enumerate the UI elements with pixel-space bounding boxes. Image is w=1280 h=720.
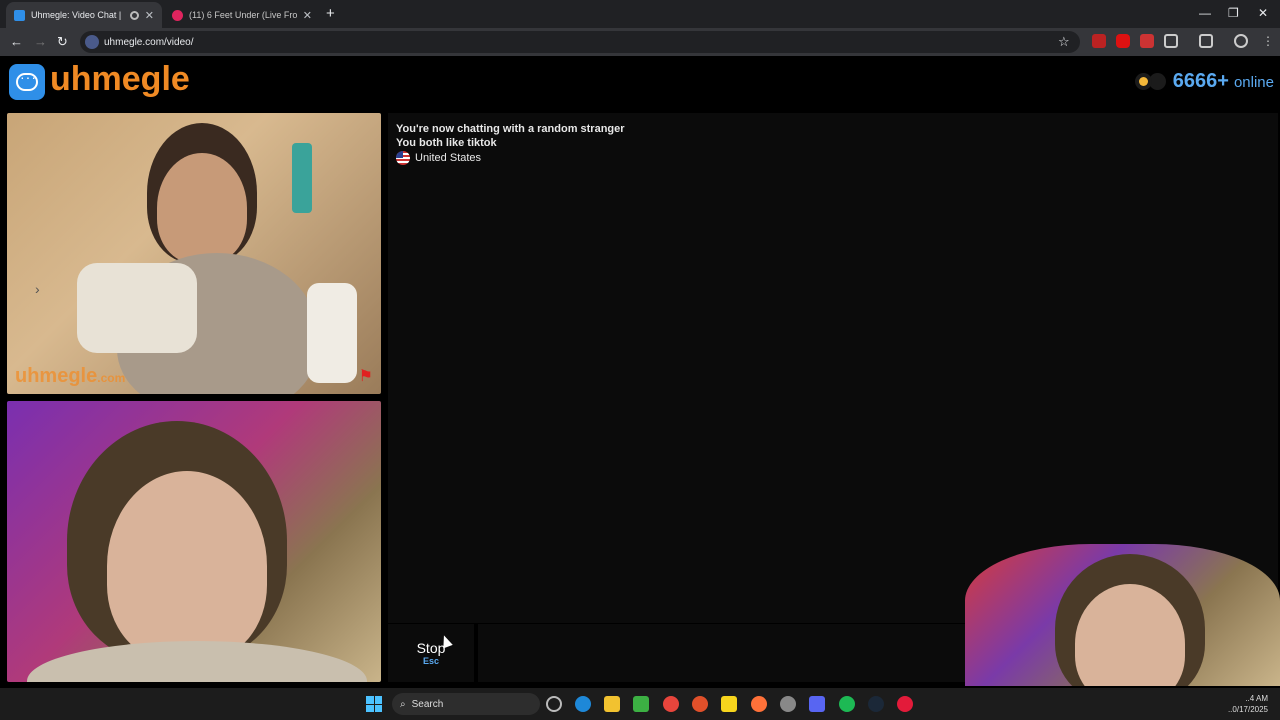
- stop-button[interactable]: Stop Esc: [388, 624, 474, 682]
- app-icon[interactable]: [780, 696, 796, 712]
- recording-icon: [129, 10, 139, 20]
- uhmegle-favicon-icon: [14, 9, 25, 21]
- youtube-extension-icon[interactable]: [1116, 34, 1130, 48]
- task-view-icon[interactable]: [546, 696, 562, 712]
- system-message: You're now chatting with a random strang…: [396, 123, 625, 135]
- country-name: United States: [415, 152, 482, 164]
- uhmegle-logo-icon[interactable]: [9, 64, 45, 100]
- wall-cross: [292, 143, 312, 213]
- clock-time: ..4 AM: [1245, 694, 1268, 703]
- online-counter: 6666+ online: [1138, 70, 1274, 93]
- bottle: [307, 283, 357, 383]
- close-tab-icon[interactable]: ✕: [303, 9, 312, 22]
- search-label: Search: [411, 698, 444, 710]
- clock-date: ..0/17/2025: [1227, 705, 1268, 714]
- taskbar: ⌕ Search ..4 AM ..0/17/2025: [0, 688, 1280, 720]
- chevron-right-icon: ›: [35, 281, 40, 297]
- us-flag-icon: [396, 151, 410, 165]
- site-info-icon[interactable]: [85, 35, 99, 49]
- item-in-hand: [77, 263, 197, 353]
- firefox-icon[interactable]: [751, 696, 767, 712]
- webcam-overlay: [965, 544, 1280, 686]
- sticky-notes-icon[interactable]: [721, 696, 737, 712]
- tab-youtube[interactable]: (11) 6 Feet Under (Live From M ✕: [164, 2, 320, 28]
- watermark: uhmegle.com: [15, 365, 126, 387]
- extensions-puzzle-icon[interactable]: [1164, 34, 1178, 48]
- tab-strip: Uhmegle: Video Chat | Ome ✕ (11) 6 Feet …: [0, 0, 1280, 28]
- stranger-face: [157, 153, 247, 263]
- system-clock[interactable]: ..4 AM ..0/17/2025: [1228, 693, 1268, 715]
- extension-icon[interactable]: [1092, 34, 1106, 48]
- extension-icon[interactable]: [1140, 34, 1154, 48]
- url-text: uhmegle.com/video/: [104, 36, 194, 48]
- online-count: 6666+: [1172, 70, 1229, 92]
- forward-button[interactable]: →: [34, 34, 47, 49]
- system-message: You both like tiktok: [396, 137, 497, 149]
- taskbar-search[interactable]: ⌕ Search: [392, 693, 540, 715]
- browser-toolbar: ← → ↻ uhmegle.com/video/ ☆: [0, 28, 1280, 56]
- tab-title: Uhmegle: Video Chat | Ome: [31, 10, 124, 20]
- self-video: [7, 401, 381, 682]
- stranger-country: United States: [396, 151, 481, 165]
- self-shirt: [27, 641, 367, 682]
- edge-icon[interactable]: [575, 696, 591, 712]
- close-window-button[interactable]: ✕: [1258, 6, 1268, 20]
- report-flag-icon[interactable]: ⚑: [359, 366, 373, 386]
- message-input[interactable]: [478, 624, 1038, 682]
- minimize-button[interactable]: —: [1199, 6, 1211, 20]
- back-button[interactable]: ←: [10, 34, 23, 49]
- online-label: online: [1233, 74, 1274, 91]
- theme-toggle-icon[interactable]: [1138, 77, 1148, 86]
- close-tab-icon[interactable]: ✕: [145, 9, 154, 22]
- app-icon[interactable]: [692, 696, 708, 712]
- search-icon: ⌕: [400, 698, 406, 710]
- reload-button[interactable]: ↻: [57, 34, 68, 50]
- windows-start-icon[interactable]: [366, 696, 382, 712]
- file-explorer-icon[interactable]: [604, 696, 620, 712]
- media-player-icon[interactable]: [633, 696, 649, 712]
- profile-icon[interactable]: [1234, 34, 1248, 48]
- stranger-video: › uhmegle.com ⚑: [7, 113, 381, 394]
- chrome-icon[interactable]: [663, 696, 679, 712]
- site-logo-text[interactable]: uhmegle: [50, 60, 190, 99]
- bookmark-star-icon[interactable]: ☆: [1058, 34, 1070, 50]
- discord-icon[interactable]: [809, 696, 825, 712]
- spotify-icon[interactable]: [839, 696, 855, 712]
- tab-uhmegle[interactable]: Uhmegle: Video Chat | Ome ✕: [6, 2, 162, 28]
- tab-title: (11) 6 Feet Under (Live From M: [189, 10, 297, 20]
- new-tab-button[interactable]: +: [326, 5, 335, 22]
- stop-shortcut: Esc: [422, 656, 439, 666]
- menu-icon[interactable]: ⋮: [1262, 34, 1274, 48]
- self-face: [107, 471, 267, 661]
- steam-icon[interactable]: [868, 696, 884, 712]
- youtube-favicon-icon: [172, 9, 183, 21]
- app-icon[interactable]: [897, 696, 913, 712]
- address-bar[interactable]: uhmegle.com/video/: [80, 31, 1080, 53]
- maximize-button[interactable]: ❐: [1228, 6, 1239, 20]
- tab-search-icon[interactable]: [1199, 34, 1213, 48]
